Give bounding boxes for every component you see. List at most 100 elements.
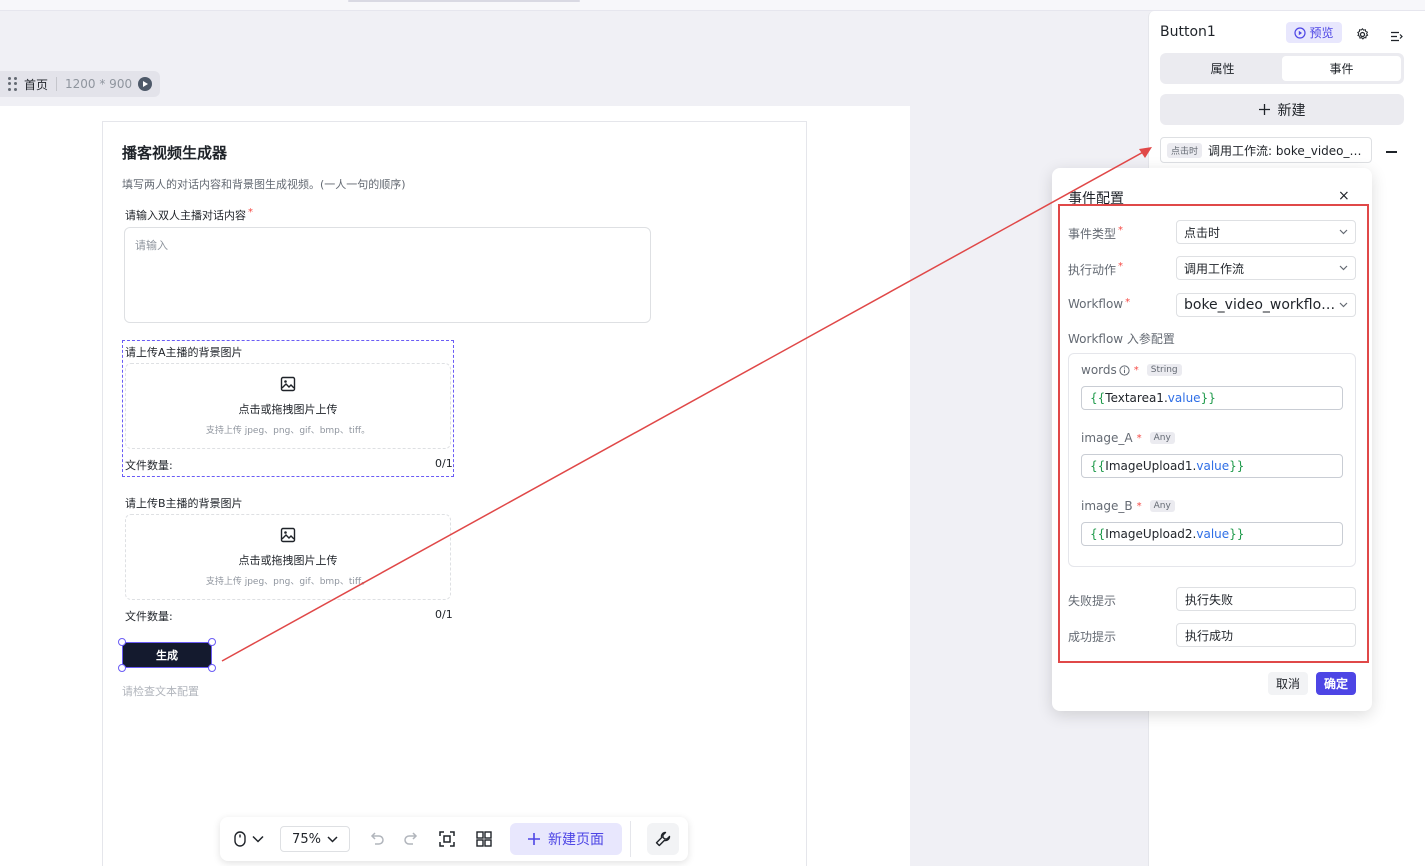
confirm-button[interactable]: 确定 xyxy=(1316,672,1356,695)
textarea-placeholder: 请输入 xyxy=(135,239,168,252)
param-name: image_A * Any xyxy=(1081,431,1175,445)
param-prop: value xyxy=(1196,527,1230,541)
event-type-select[interactable]: 点击时 xyxy=(1176,220,1356,244)
image-icon xyxy=(280,376,296,392)
chevron-down-icon xyxy=(252,835,264,843)
param-value-input[interactable]: {{ Textarea1. value }} xyxy=(1081,386,1343,410)
event-type-label: 事件类型 * xyxy=(1068,225,1124,241)
event-type-value: 点击时 xyxy=(1184,225,1221,240)
divider xyxy=(56,77,58,91)
redo-button[interactable] xyxy=(394,823,428,855)
success-message-input[interactable]: 执行成功 xyxy=(1176,623,1356,647)
bottom-toolbar: 75% 新建页面 xyxy=(220,817,688,861)
chevron-down-icon xyxy=(1339,302,1348,308)
component-name: Button1 xyxy=(1160,24,1216,40)
new-page-button[interactable]: 新建页面 xyxy=(510,823,622,855)
form-description: 填写两人的对话内容和背景图生成视频。(一人一句的顺序) xyxy=(122,178,406,191)
settings-icon[interactable] xyxy=(1356,26,1369,45)
fail-message-label: 失败提示 xyxy=(1068,594,1117,608)
tab-events[interactable]: 事件 xyxy=(1282,56,1401,81)
resize-handle[interactable] xyxy=(208,664,216,672)
layout-button[interactable] xyxy=(466,823,502,855)
param-ref: Textarea1 xyxy=(1105,391,1164,405)
new-event-label: 新建 xyxy=(1277,102,1306,119)
new-event-button[interactable]: 新建 xyxy=(1160,94,1404,125)
collapse-panel-icon[interactable] xyxy=(1390,27,1403,46)
param-prop: value xyxy=(1196,459,1230,473)
chevron-down-icon xyxy=(1339,265,1348,271)
fail-message-input[interactable]: 执行失败 xyxy=(1176,587,1356,611)
preview-label: 预览 xyxy=(1309,26,1334,40)
param-prop: value xyxy=(1167,391,1201,405)
workflow-select[interactable]: boke_video_workflo… xyxy=(1176,293,1356,317)
undo-icon xyxy=(370,832,384,845)
dropzone-text: 点击或拖拽图片上传 xyxy=(238,403,338,416)
param-type-badge: Any xyxy=(1149,500,1175,512)
zoom-value: 75% xyxy=(292,831,321,847)
page-tag[interactable]: 首页 1200 * 900 xyxy=(0,71,161,97)
image-icon xyxy=(280,527,296,543)
resize-handle[interactable] xyxy=(208,638,216,646)
fit-screen-button[interactable] xyxy=(428,823,466,855)
top-bar-handle xyxy=(348,0,580,2)
action-label: 执行动作 * xyxy=(1068,261,1124,277)
dropzone-hint: 支持上传 jpeg、png、gif、bmp、tiff。 xyxy=(205,426,371,436)
event-item[interactable]: 点击时 调用工作流: boke_video_… xyxy=(1160,137,1372,163)
action-value: 调用工作流 xyxy=(1184,261,1245,276)
dialog-label-text: 请输入双人主播对话内容 xyxy=(125,209,246,222)
fit-screen-icon xyxy=(439,831,455,847)
remove-event-icon[interactable] xyxy=(1386,151,1397,153)
generate-button[interactable]: 生成 xyxy=(122,642,212,668)
workflow-label: Workflow * xyxy=(1068,297,1131,311)
form-title: 播客视频生成器 xyxy=(122,144,228,162)
wrench-icon xyxy=(655,831,671,847)
info-icon[interactable] xyxy=(1119,364,1130,376)
redo-icon xyxy=(404,832,418,845)
param-ref: ImageUpload2 xyxy=(1105,527,1193,541)
required-mark: * xyxy=(248,207,253,218)
toolbar-divider xyxy=(630,821,631,857)
action-select[interactable]: 调用工作流 xyxy=(1176,256,1356,280)
fail-message-value: 执行失败 xyxy=(1185,592,1234,607)
close-icon[interactable]: × xyxy=(1338,188,1350,204)
panel-tabs: 属性 事件 xyxy=(1160,53,1404,84)
drag-handle-icon[interactable] xyxy=(8,77,18,91)
param-type-badge: String xyxy=(1146,364,1182,376)
dropzone-hint: 支持上传 jpeg、png、gif、bmp、tiff。 xyxy=(205,577,371,587)
cancel-button[interactable]: 取消 xyxy=(1268,672,1308,695)
preview-button[interactable]: 预览 xyxy=(1286,22,1342,43)
zoom-select[interactable]: 75% xyxy=(280,826,350,852)
plus-icon xyxy=(1258,104,1270,115)
tab-properties[interactable]: 属性 xyxy=(1163,56,1282,81)
resize-handle[interactable] xyxy=(118,664,126,672)
upload-a-dropzone[interactable]: 点击或拖拽图片上传 支持上传 jpeg、png、gif、bmp、tiff。 xyxy=(125,363,451,449)
new-page-label: 新建页面 xyxy=(548,832,604,848)
chevron-down-icon xyxy=(1339,229,1348,235)
param-ref: ImageUpload1 xyxy=(1105,459,1193,473)
success-message-value: 执行成功 xyxy=(1185,628,1234,643)
chevron-down-icon xyxy=(327,835,338,843)
resize-handle[interactable] xyxy=(118,638,126,646)
play-icon[interactable] xyxy=(138,77,153,91)
grid-icon xyxy=(476,831,492,847)
dialog-label: 请输入双人主播对话内容 * xyxy=(125,207,253,223)
pointer-mode-button[interactable] xyxy=(228,823,270,855)
dialog-textarea[interactable]: 请输入 xyxy=(124,227,651,323)
upload-b-dropzone[interactable]: 点击或拖拽图片上传 支持上传 jpeg、png、gif、bmp、tiff。 xyxy=(125,514,451,600)
param-value-input[interactable]: {{ ImageUpload1. value }} xyxy=(1081,454,1343,478)
top-bar xyxy=(0,0,1425,11)
page-size: 1200 * 900 xyxy=(65,77,133,91)
play-circle-icon xyxy=(1294,26,1307,39)
file-count-value: 0/1 xyxy=(435,457,453,470)
undo-button[interactable] xyxy=(360,823,394,855)
file-count-label: 文件数量: xyxy=(125,459,173,472)
plus-icon xyxy=(528,833,540,845)
event-item-text: 调用工作流: boke_video_… xyxy=(1208,143,1362,158)
upload-b-label: 请上传B主播的背景图片 xyxy=(125,497,243,510)
page-name: 首页 xyxy=(24,77,49,92)
upload-a-label: 请上传A主播的背景图片 xyxy=(125,346,243,359)
param-value-input[interactable]: {{ ImageUpload2. value }} xyxy=(1081,522,1343,546)
param-type-badge: Any xyxy=(1149,432,1175,444)
tools-button[interactable] xyxy=(647,823,679,855)
params-title: Workflow 入参配置 xyxy=(1068,332,1175,346)
